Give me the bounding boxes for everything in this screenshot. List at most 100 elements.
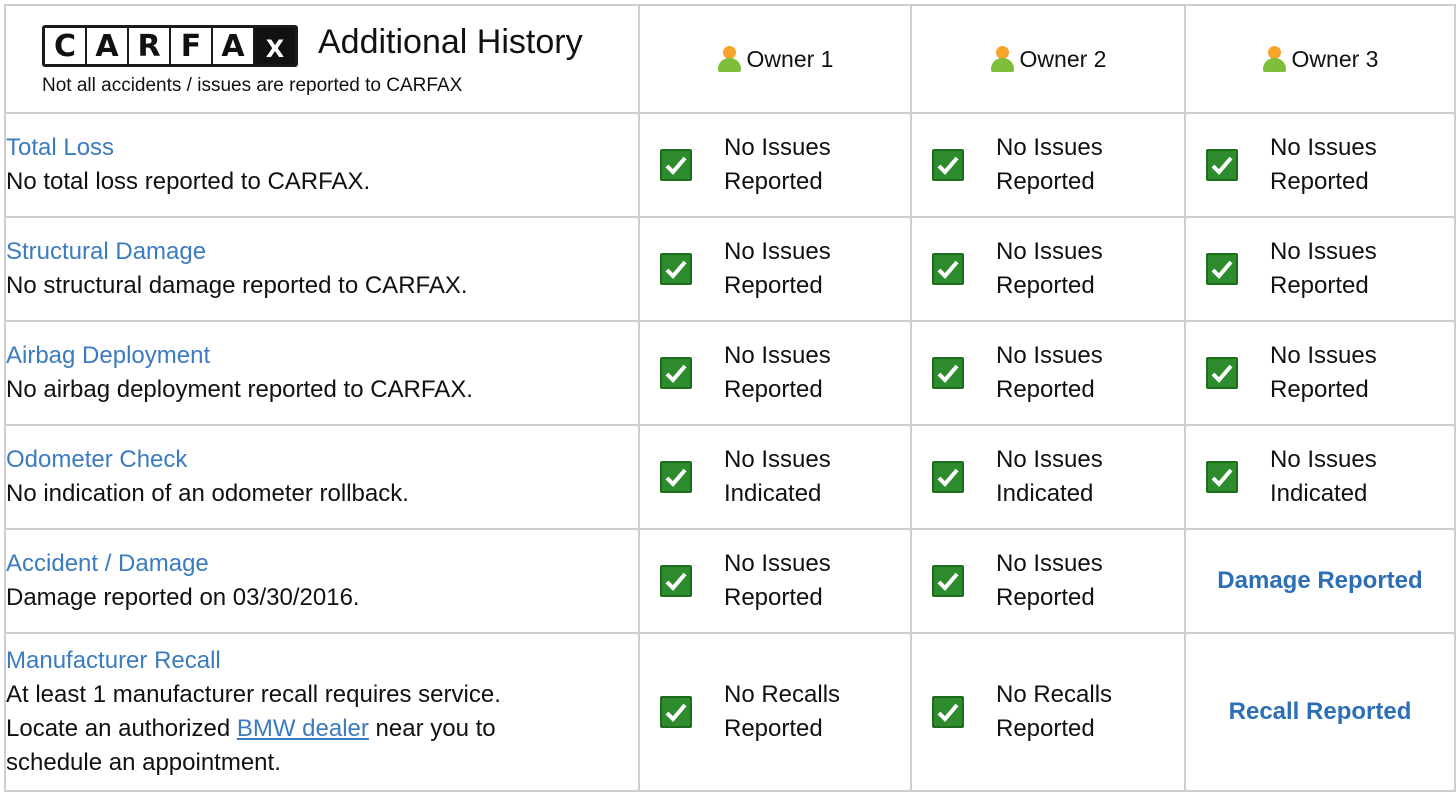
row-label-cell: Airbag Deployment No airbag deployment r… xyxy=(4,320,640,426)
row-description: No structural damage reported to CARFAX. xyxy=(6,272,468,299)
table-row: Odometer Check No indication of an odome… xyxy=(4,424,1456,530)
carfax-logo: C A R F A X xyxy=(42,25,298,67)
status-line2: Reported xyxy=(724,376,823,403)
status-line2: Reported xyxy=(724,584,823,611)
status-line2: Reported xyxy=(1270,168,1369,195)
checkmark-icon xyxy=(1206,253,1238,285)
row-label-cell: Accident / Damage Damage reported on 03/… xyxy=(4,528,640,634)
owner-2-header: Owner 2 xyxy=(910,4,1186,114)
total-loss-link[interactable]: Total Loss xyxy=(6,131,638,165)
status-line1: No Issues xyxy=(996,550,1103,577)
row-description: Damage reported on 03/30/2016. xyxy=(6,584,360,611)
status-line2: Reported xyxy=(996,584,1095,611)
accident-damage-link[interactable]: Accident / Damage xyxy=(6,547,638,581)
status-line1: No Issues xyxy=(1270,446,1377,473)
status-cell: No Issues Indicated xyxy=(910,424,1186,530)
row-label-cell: Odometer Check No indication of an odome… xyxy=(4,424,640,530)
manufacturer-recall-link[interactable]: Manufacturer Recall xyxy=(6,644,638,678)
disclaimer-text: Not all accidents / issues are reported … xyxy=(42,75,463,96)
table-row: Airbag Deployment No airbag deployment r… xyxy=(4,320,1456,426)
owner-1-header: Owner 1 xyxy=(638,4,912,114)
status-line2: Reported xyxy=(996,715,1095,742)
checkmark-icon xyxy=(932,149,964,181)
recall-desc-line1: At least 1 manufacturer recall requires … xyxy=(6,681,501,708)
checkmark-icon xyxy=(660,149,692,181)
logo-letter: A xyxy=(213,28,253,64)
status-line2: Indicated xyxy=(996,480,1094,507)
status-line1: No Issues xyxy=(996,342,1103,369)
row-description: No indication of an odometer rollback. xyxy=(6,480,409,507)
owner-label: Owner 2 xyxy=(1019,45,1107,72)
status-line2: Reported xyxy=(996,376,1095,403)
recall-desc-pre: Locate an authorized xyxy=(6,715,237,742)
status-cell: No Issues Reported xyxy=(910,112,1186,218)
status-line1: No Issues xyxy=(996,238,1103,265)
logo-letter: F xyxy=(171,28,211,64)
status-line1: No Recalls xyxy=(996,681,1113,708)
logo-letter: R xyxy=(129,28,169,64)
recall-desc-post: near you to xyxy=(368,715,496,742)
checkmark-icon xyxy=(660,696,692,728)
checkmark-icon xyxy=(660,461,692,493)
owner-label: Owner 1 xyxy=(746,45,834,72)
logo-letter: A xyxy=(87,28,127,64)
row-label-cell: Total Loss No total loss reported to CAR… xyxy=(4,112,640,218)
person-icon xyxy=(1262,46,1286,72)
structural-damage-link[interactable]: Structural Damage xyxy=(6,235,638,269)
checkmark-icon xyxy=(932,696,964,728)
owner-3-header: Owner 3 xyxy=(1184,4,1456,114)
status-line2: Reported xyxy=(724,168,823,195)
status-cell: No Issues Reported xyxy=(638,320,912,426)
person-icon xyxy=(717,46,741,72)
row-description: At least 1 manufacturer recall requires … xyxy=(6,678,638,780)
checkmark-icon xyxy=(932,253,964,285)
owner-label: Owner 3 xyxy=(1291,45,1379,72)
status-cell: No Issues Reported xyxy=(1184,320,1456,426)
row-label-cell: Manufacturer Recall At least 1 manufactu… xyxy=(4,632,640,792)
status-cell: No Issues Reported xyxy=(910,528,1186,634)
status-line2: Reported xyxy=(1270,272,1369,299)
checkmark-icon xyxy=(932,461,964,493)
table-row: Total Loss No total loss reported to CAR… xyxy=(4,112,1456,218)
status-cell: No Issues Reported xyxy=(638,112,912,218)
checkmark-icon xyxy=(932,357,964,389)
status-cell: No Issues Reported xyxy=(1184,112,1456,218)
section-title: Additional History xyxy=(318,23,583,61)
status-line1: No Issues xyxy=(1270,342,1377,369)
damage-reported-link[interactable]: Damage Reported xyxy=(1186,567,1454,595)
table-row: Accident / Damage Damage reported on 03/… xyxy=(4,528,1456,634)
status-cell: No Recalls Reported xyxy=(638,632,912,792)
status-cell: Recall Reported xyxy=(1184,632,1456,792)
status-line2: Reported xyxy=(724,715,823,742)
recall-reported-link[interactable]: Recall Reported xyxy=(1186,698,1454,726)
person-icon xyxy=(990,46,1014,72)
status-cell: No Issues Indicated xyxy=(1184,424,1456,530)
checkmark-icon xyxy=(1206,149,1238,181)
status-line1: No Issues xyxy=(724,550,831,577)
recall-desc-line3: schedule an appointment. xyxy=(6,749,281,776)
status-cell: No Issues Reported xyxy=(638,216,912,322)
status-cell: No Issues Indicated xyxy=(638,424,912,530)
status-line2: Reported xyxy=(996,168,1095,195)
status-line2: Indicated xyxy=(1270,480,1368,507)
status-cell: No Recalls Reported xyxy=(910,632,1186,792)
header-brand-cell: C A R F A X Additional History Not all a… xyxy=(4,4,640,114)
logo-letter: X xyxy=(255,28,295,64)
additional-history-panel: C A R F A X Additional History Not all a… xyxy=(0,0,1456,808)
status-line1: No Issues xyxy=(996,446,1103,473)
status-line1: No Issues xyxy=(1270,134,1377,161)
airbag-deployment-link[interactable]: Airbag Deployment xyxy=(6,339,638,373)
row-description: No airbag deployment reported to CARFAX. xyxy=(6,376,473,403)
checkmark-icon xyxy=(932,565,964,597)
history-table: C A R F A X Additional History Not all a… xyxy=(4,4,1456,792)
row-label-cell: Structural Damage No structural damage r… xyxy=(4,216,640,322)
status-cell: No Issues Reported xyxy=(1184,216,1456,322)
checkmark-icon xyxy=(660,565,692,597)
status-line2: Reported xyxy=(1270,376,1369,403)
logo-letter: C xyxy=(45,28,85,64)
bmw-dealer-link[interactable]: BMW dealer xyxy=(237,715,369,742)
odometer-check-link[interactable]: Odometer Check xyxy=(6,443,638,477)
status-line1: No Issues xyxy=(996,134,1103,161)
table-row: Manufacturer Recall At least 1 manufactu… xyxy=(4,632,1456,792)
row-description: No total loss reported to CARFAX. xyxy=(6,168,371,195)
